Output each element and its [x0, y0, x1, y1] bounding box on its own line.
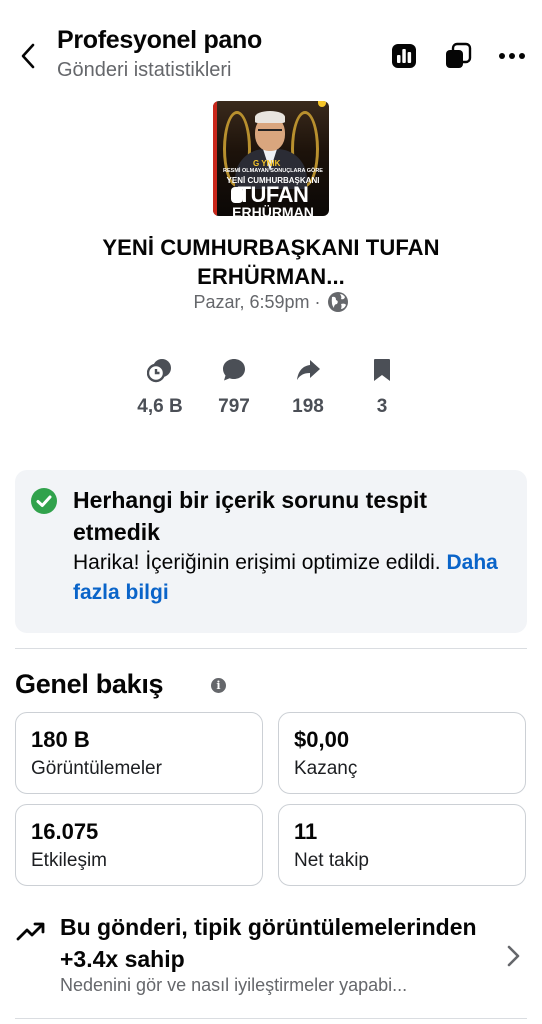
- back-button[interactable]: [14, 38, 42, 74]
- thumbnail-tag: G YNIK: [253, 159, 281, 168]
- thumbnail-line1: RESMİ OLMAYAN SONUÇLARA GÖRE: [223, 168, 323, 174]
- stat-shares: 198: [268, 356, 348, 418]
- earnings-value: $0,00: [294, 727, 350, 752]
- earnings-label: Kazanç: [294, 758, 358, 779]
- share-icon: [297, 360, 320, 380]
- reactions-count: 4,6 B: [137, 396, 183, 417]
- overview-card-net-follows[interactable]: 11 Net takip: [278, 804, 526, 886]
- overview-card-engagement[interactable]: 16.075 Etkileşim: [15, 804, 263, 886]
- comments-count: 797: [218, 396, 250, 417]
- comment-icon: [223, 359, 245, 381]
- bottom-divider: [15, 1018, 527, 1019]
- reactions-icon: [147, 359, 171, 383]
- post-headline: YENİ CUMHURBAŞKANI TUFAN ERHÜRMAN...: [102, 235, 440, 289]
- thumbnail-glasses: [258, 129, 282, 137]
- overview-card-earnings[interactable]: $0,00 Kazanç: [278, 712, 526, 794]
- engagement-value: 16.075: [31, 819, 99, 844]
- post-thumbnail[interactable]: G YNIK RESMİ OLMAYAN SONUÇLARA GÖRE YENİ…: [213, 101, 329, 216]
- insights-button[interactable]: [388, 40, 420, 72]
- overview-title: Genel bakış: [15, 669, 164, 699]
- bar-chart-icon: [392, 44, 416, 68]
- views-value: 180 B: [31, 727, 90, 752]
- microphone-icon: [231, 187, 243, 203]
- page-title: Profesyonel pano: [57, 26, 262, 54]
- page-subtitle: Gönderi istatistikleri: [57, 59, 232, 81]
- chevron-left-icon: [21, 43, 35, 69]
- stat-reactions: 4,6 B: [120, 356, 200, 418]
- stat-comments: 797: [194, 356, 274, 418]
- views-label: Görüntülemeler: [31, 758, 162, 779]
- info-icon[interactable]: i: [211, 678, 226, 693]
- engagement-label: Etkileşim: [31, 850, 108, 871]
- post-dateline: Pazar, 6:59pm ·: [0, 291, 542, 313]
- content-status-text: Harika! İçeriğinin erişimi optimize edil…: [73, 548, 503, 608]
- copy-icon: [446, 42, 472, 68]
- more-icon: [499, 53, 525, 59]
- net-follows-value: 11: [294, 819, 318, 844]
- thumbnail-badge: [318, 101, 326, 107]
- bookmark-icon: [374, 359, 390, 381]
- content-status-message: Harika! İçeriğinin erişimi optimize edil…: [73, 551, 441, 574]
- more-options-button[interactable]: [496, 40, 528, 72]
- overview-card-views[interactable]: 180 B Görüntülemeler: [15, 712, 263, 794]
- thumbnail-hair: [255, 111, 285, 123]
- check-circle-icon: [31, 488, 57, 514]
- insight-title[interactable]: Bu gönderi, tipik görüntülemelerinden +3…: [60, 911, 500, 975]
- switch-view-button[interactable]: [442, 40, 474, 72]
- trending-up-icon: [16, 922, 45, 941]
- thumbnail-line4: ERHÜRMAN: [232, 204, 314, 216]
- post-date: Pazar, 6:59pm ·: [193, 291, 321, 312]
- section-divider: [15, 648, 527, 649]
- stat-saves: 3: [342, 356, 422, 418]
- insight-subtitle: Nedenini gör ve nasıl iyileştirmeler yap…: [60, 975, 408, 995]
- shares-count: 198: [292, 396, 324, 417]
- net-follows-label: Net takip: [294, 850, 369, 871]
- content-status-title: Herhangi bir içerik sorunu tespit etmedi…: [73, 487, 428, 545]
- chevron-right-icon[interactable]: [503, 943, 523, 969]
- globe-icon: [327, 292, 348, 312]
- saves-count: 3: [376, 396, 388, 417]
